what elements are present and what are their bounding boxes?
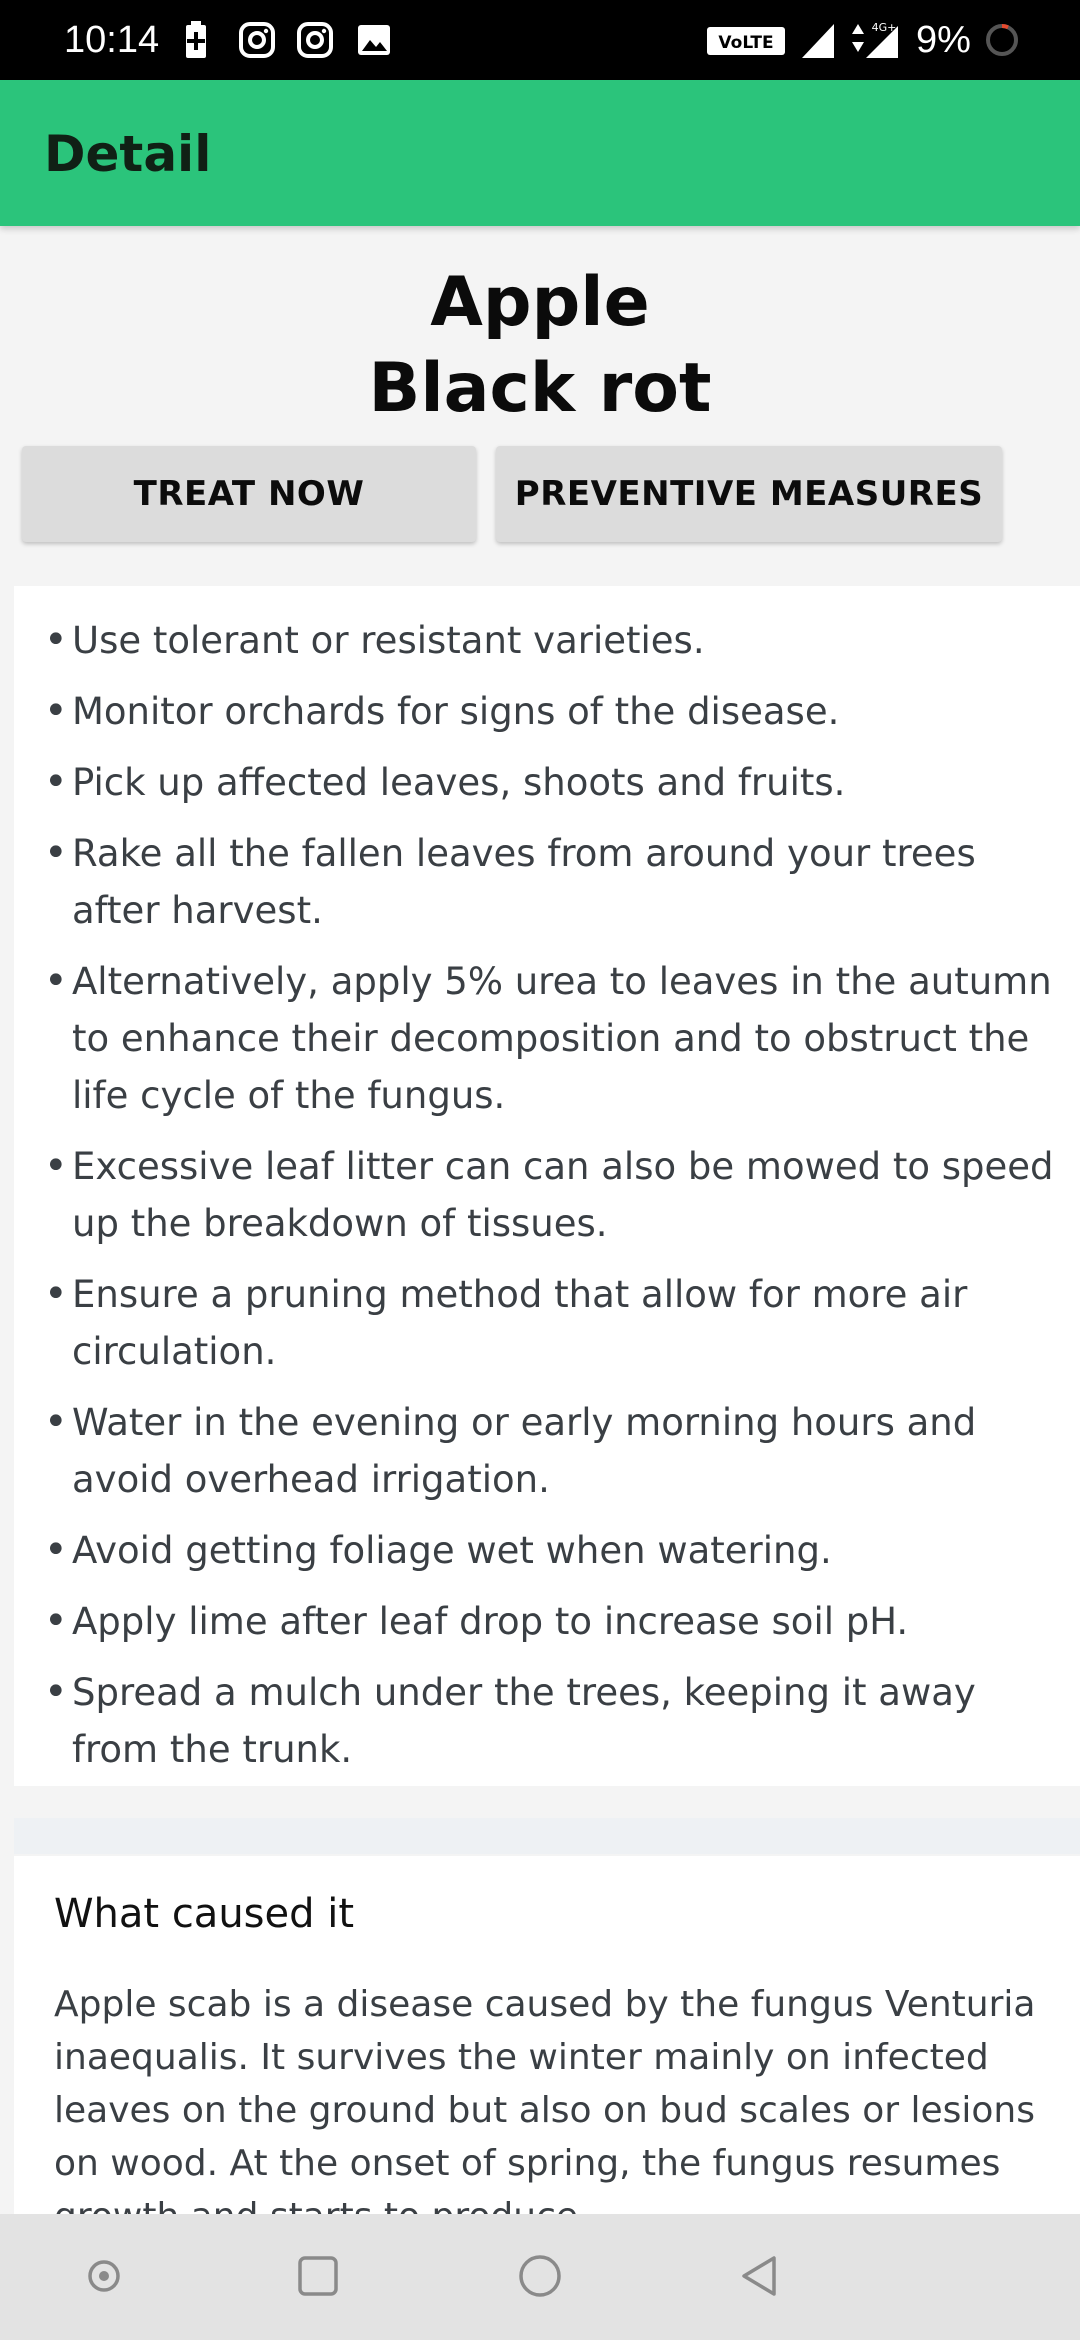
page-title: Detail: [44, 125, 212, 183]
recents-icon[interactable]: [286, 2244, 350, 2308]
cause-card: What caused it Apple scab is a disease c…: [14, 1856, 1080, 2216]
back-icon[interactable]: [728, 2244, 792, 2308]
preventive-measures-button[interactable]: PREVENTIVE MEASURES: [496, 446, 1002, 542]
section-divider: [14, 1818, 1080, 1854]
navigation-bar: [0, 2214, 1080, 2340]
bullet: •: [44, 1527, 68, 1573]
volte-label: VoLTE: [718, 33, 773, 53]
network-type-label: 4G+: [872, 21, 897, 34]
instagram-icon: [297, 22, 333, 58]
plant-name: Apple: [430, 263, 650, 342]
bullet: •: [44, 958, 68, 1004]
measure-text: Rake all the fallen leaves from around y…: [72, 832, 976, 932]
measure-text: Avoid getting foliage wet when watering.: [72, 1529, 832, 1572]
cause-heading: What caused it: [54, 1891, 355, 1937]
bullet: •: [44, 1271, 68, 1317]
bullet: •: [44, 1598, 68, 1644]
status-time: 10:14: [64, 19, 160, 61]
preventive-measures-card: • Use tolerant or resistant varieties. •…: [14, 586, 1080, 1786]
assistant-icon[interactable]: [72, 2244, 136, 2308]
signal-icon: 4G+: [852, 21, 898, 58]
measure-text: Monitor orchards for signs of the diseas…: [72, 690, 840, 733]
battery-circle-icon: [986, 24, 1018, 56]
gallery-icon: [358, 25, 390, 55]
volte-icon: VoLTE: [707, 27, 785, 55]
disease-title: Apple Black rot: [0, 260, 1080, 432]
bullet: •: [44, 1143, 68, 1189]
measure-text: Ensure a pruning method that allow for m…: [72, 1273, 968, 1373]
signal-icon: [802, 24, 834, 58]
measure-text: Spread a mulch under the trees, keeping …: [72, 1671, 976, 1771]
measure-text: Use tolerant or resistant varieties.: [72, 619, 705, 662]
battery-saver-icon: [186, 21, 206, 58]
bullet: •: [44, 617, 68, 663]
measure-text: Apply lime after leaf drop to increase s…: [72, 1600, 909, 1643]
battery-percent: 9%: [916, 19, 971, 61]
bullet: •: [44, 1669, 68, 1715]
measure-text: Alternatively, apply 5% urea to leaves i…: [72, 960, 1052, 1117]
treat-now-button[interactable]: TREAT NOW: [22, 446, 476, 542]
home-icon[interactable]: [508, 2244, 572, 2308]
measure-text: Water in the evening or early morning ho…: [72, 1401, 977, 1501]
bullet: •: [44, 1399, 68, 1445]
app-bar: Detail: [0, 80, 1080, 226]
measure-text: Excessive leaf litter can can also be mo…: [72, 1145, 1054, 1245]
bullet: •: [44, 759, 68, 805]
instagram-icon: [239, 22, 275, 58]
cause-body: Apple scab is a disease caused by the fu…: [54, 1984, 1036, 2216]
bullet: •: [44, 688, 68, 734]
measure-text: Pick up affected leaves, shoots and frui…: [72, 761, 846, 804]
status-bar: 10:14 VoLTE 4G+ 9%: [0, 0, 1080, 80]
bullet: •: [44, 830, 68, 876]
disease-name: Black rot: [368, 349, 712, 428]
